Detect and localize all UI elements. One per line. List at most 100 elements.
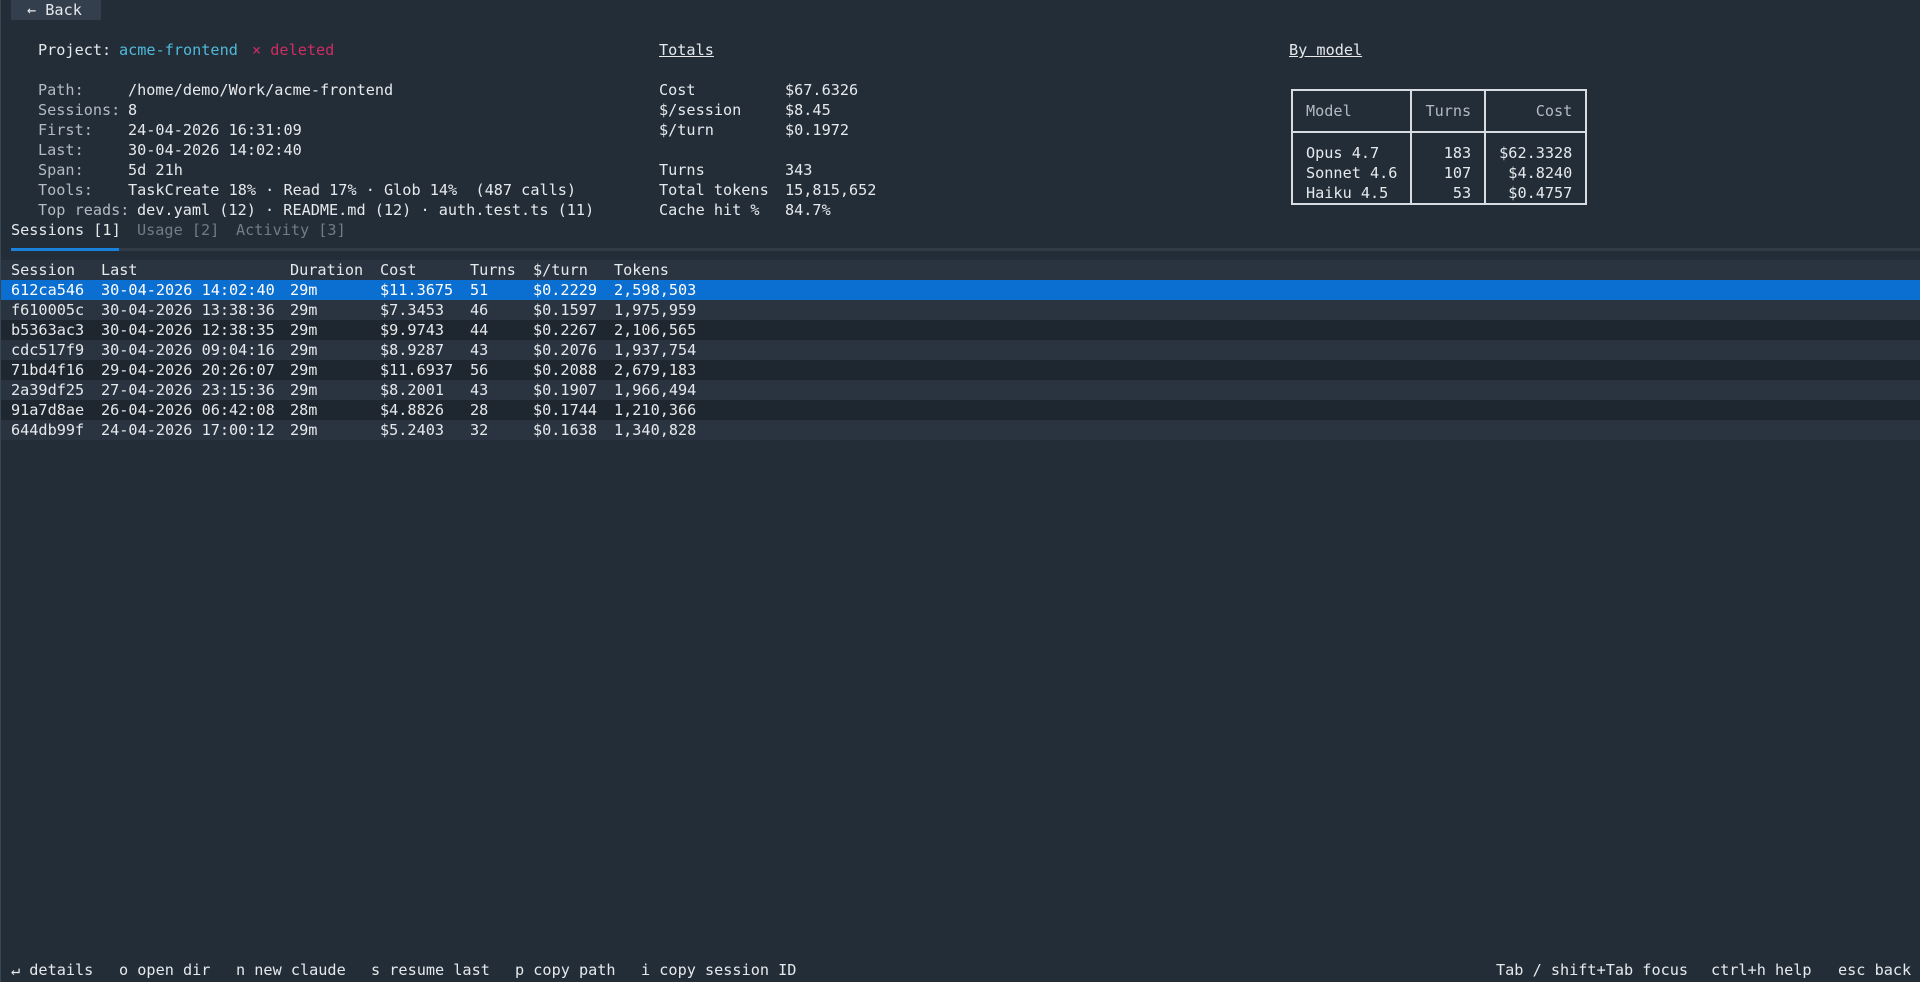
tab-activity[interactable]: Activity [3] (236, 220, 346, 240)
span-value: 5d 21h (128, 161, 183, 179)
turns-cell: 43 (470, 341, 489, 359)
table-row[interactable]: f610005c 30-04-2026 13:38:36 29m $7.3453 46 $… (1, 300, 1920, 320)
tokens-cell: 1,340,828 (614, 421, 697, 439)
column-header[interactable]: Duration (290, 260, 363, 280)
last-time-cell: 30-04-2026 12:38:35 (101, 321, 275, 339)
column-header[interactable]: $/turn (533, 260, 588, 280)
last-time-cell: 27-04-2026 23:15:36 (101, 381, 275, 399)
copy-path-shortcut[interactable]: p copy path (515, 960, 616, 980)
totals-label: Cost (659, 81, 696, 99)
help-shortcut[interactable]: ctrl+h help (1711, 960, 1812, 980)
table-row[interactable]: 91a7d8ae 26-04-2026 06:42:08 28m $4.8826 28 $… (1, 400, 1920, 420)
last-time-cell: 29-04-2026 20:26:07 (101, 361, 275, 379)
session-id-cell: 2a39df25 (11, 381, 85, 399)
last-time-cell: 30-04-2026 14:02:40 (101, 281, 275, 299)
column-header[interactable]: Turns (470, 260, 516, 280)
by-model-title: By model (1289, 41, 1363, 59)
focus-shortcut[interactable]: Tab / shift+Tab focus (1496, 960, 1688, 980)
top-reads-value: dev.yaml (12) · README.md (12) · auth.te… (137, 201, 595, 219)
totals-value: 84.7% (785, 201, 831, 219)
column-header[interactable]: Cost (380, 260, 417, 280)
totals-value: $8.45 (785, 101, 831, 119)
project-label: Project: (38, 41, 112, 59)
tokens-cell: 1,937,754 (614, 341, 697, 359)
cost-per-turn-cell: $0.2267 (533, 321, 598, 339)
session-id-cell: 612ca546 (11, 281, 85, 299)
table-header-row: Session Last Duration Cost Turns $/turn … (1, 260, 1920, 280)
sessions-label: Sessions: (38, 101, 121, 119)
duration-cell: 29m (290, 361, 318, 379)
duration-cell: 29m (290, 321, 318, 339)
session-id-cell: b5363ac3 (11, 321, 85, 339)
turns-cell: 46 (470, 301, 489, 319)
model-name: Sonnet 4.6 (1290, 163, 1413, 183)
table-row[interactable]: 2a39df25 27-04-2026 23:15:36 29m $8.2001 43 $… (1, 380, 1920, 400)
details-shortcut[interactable]: ↵ details (11, 960, 93, 980)
turns-cell: 44 (470, 321, 489, 339)
duration-cell: 28m (290, 401, 318, 419)
totals-label: $/turn (659, 121, 714, 139)
table-row[interactable]: 644db99f 24-04-2026 17:00:12 29m $5.2403 32 $… (1, 420, 1920, 440)
span-label: Span: (38, 161, 84, 179)
session-id-cell: 644db99f (11, 421, 85, 439)
tokens-cell: 2,598,503 (614, 281, 697, 299)
cost-per-turn-cell: $0.2076 (533, 341, 598, 359)
resume-last-shortcut[interactable]: s resume last (371, 960, 490, 980)
model-turns: 53 (1410, 183, 1487, 205)
duration-cell: 29m (290, 281, 318, 299)
path-label: Path: (38, 81, 84, 99)
path-value: /home/demo/Work/acme-frontend (128, 81, 394, 99)
copy-session-id-shortcut[interactable]: i copy session ID (641, 960, 796, 980)
tab-usage[interactable]: Usage [2] (137, 220, 219, 240)
duration-cell: 29m (290, 341, 318, 359)
table-row[interactable]: 71bd4f16 29-04-2026 20:26:07 29m $11.6937 56… (1, 360, 1920, 380)
cost-per-turn-cell: $0.1597 (533, 301, 598, 319)
model-row: Haiku 4.5 53 $0.4757 (1290, 183, 1588, 205)
column-header[interactable]: Last (101, 260, 138, 280)
totals-value: $67.6326 (785, 81, 859, 99)
session-id-cell: cdc517f9 (11, 341, 85, 359)
column-header[interactable]: Session (11, 260, 75, 280)
project-name: acme-frontend (119, 41, 238, 59)
cost-cell: $11.6937 (380, 361, 454, 379)
turns-column-header: Turns (1410, 89, 1487, 133)
duration-cell: 29m (290, 301, 318, 319)
cost-cell: $8.9287 (380, 341, 445, 359)
session-id-cell: f610005c (11, 301, 85, 319)
new-claude-shortcut[interactable]: n new claude (236, 960, 346, 980)
turns-cell: 56 (470, 361, 489, 379)
cost-cell: $8.2001 (380, 381, 445, 399)
model-cost: $62.3328 (1484, 132, 1588, 163)
table-row-selected[interactable]: 612ca546 30-04-2026 14:02:40 29m $11.3675 51… (1, 280, 1920, 300)
model-turns: 183 (1410, 132, 1487, 163)
totals-label: $/session (659, 101, 742, 119)
cost-cell: $9.9743 (380, 321, 445, 339)
column-header[interactable]: Tokens (614, 260, 669, 280)
tokens-cell: 1,975,959 (614, 301, 697, 319)
back-button[interactable]: ← Back (11, 0, 101, 20)
table-row[interactable]: cdc517f9 30-04-2026 09:04:16 29m $8.9287 43 $… (1, 340, 1920, 360)
cost-per-turn-cell: $0.2229 (533, 281, 598, 299)
tools-value: TaskCreate 18% · Read 17% · Glob 14% (48… (128, 181, 577, 199)
project-status-badge: × deleted (252, 41, 335, 59)
table-row[interactable]: b5363ac3 30-04-2026 12:38:35 29m $9.9743 44 $… (1, 320, 1920, 340)
last-value: 30-04-2026 14:02:40 (128, 141, 302, 159)
cost-per-turn-cell: $0.1744 (533, 401, 598, 419)
turns-cell: 28 (470, 401, 489, 419)
turns-cell: 43 (470, 381, 489, 399)
back-shortcut[interactable]: esc back (1838, 960, 1911, 980)
sessions-value: 8 (128, 101, 138, 119)
open-dir-shortcut[interactable]: o open dir (119, 960, 210, 980)
first-value: 24-04-2026 16:31:09 (128, 121, 302, 139)
cost-per-turn-cell: $0.1638 (533, 421, 598, 439)
tab-sessions[interactable]: Sessions [1] (11, 220, 121, 240)
cost-cell: $11.3675 (380, 281, 454, 299)
totals-label: Total tokens (659, 181, 769, 199)
duration-cell: 29m (290, 421, 318, 439)
tokens-cell: 1,966,494 (614, 381, 697, 399)
last-time-cell: 26-04-2026 06:42:08 (101, 401, 275, 419)
cost-column-header: Cost (1484, 89, 1588, 133)
keybinding-bar: ↵ details o open dir n new claude s resu… (11, 960, 1911, 980)
by-model-table: Model Turns Cost Opus 4.7 183 $62.3328 S… (1290, 89, 1588, 205)
turns-cell: 51 (470, 281, 489, 299)
